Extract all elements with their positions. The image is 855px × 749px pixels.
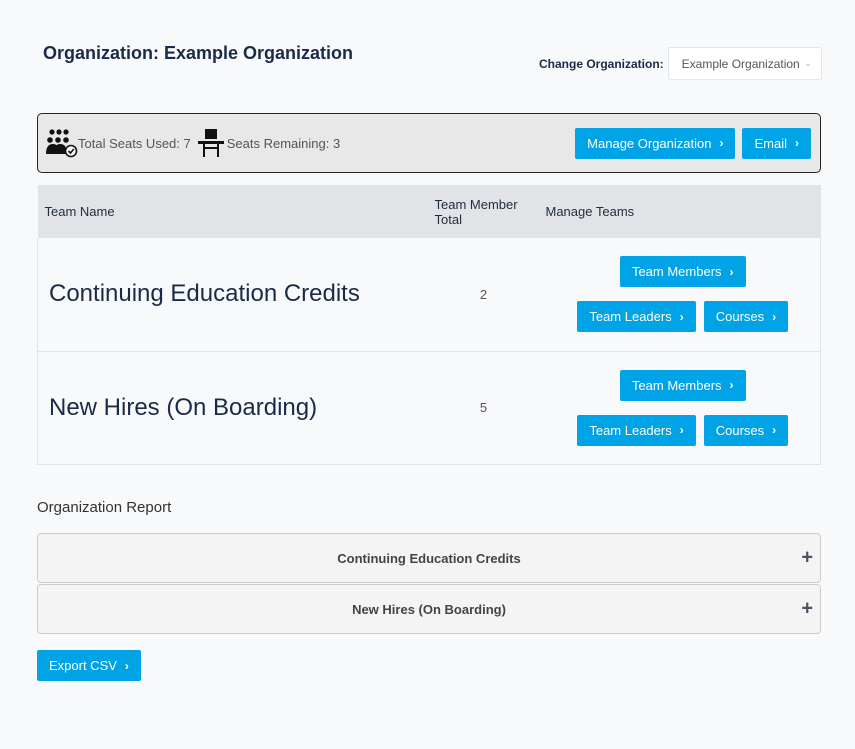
team-members-button[interactable]: Team Members ›: [619, 369, 746, 401]
chevron-right-icon: ›: [772, 309, 777, 324]
change-organization: Change Organization: Example Organizatio…: [539, 47, 822, 80]
accordion-label: New Hires (On Boarding): [352, 601, 506, 617]
table-row: Continuing Education Credits 2 Team Memb…: [37, 238, 821, 352]
table-header-row: Team Name Team Member Total Manage Teams: [37, 185, 821, 238]
header-team-name: Team Name: [37, 185, 429, 238]
manage-teams-cell: Team Members › Team Leaders › Courses ›: [538, 351, 821, 465]
teams-table: Team Name Team Member Total Manage Teams…: [37, 185, 821, 465]
chevron-right-icon: ›: [729, 378, 734, 392]
email-button[interactable]: Email ›: [742, 127, 811, 159]
team-leaders-button[interactable]: Team Leaders ›: [577, 301, 696, 333]
chevron-right-icon: ›: [124, 658, 129, 673]
seat-stats: Total Seats Used: 7 Seats Remaining: 3: [38, 127, 340, 159]
chevron-right-icon: ›: [679, 309, 684, 324]
chevron-right-icon: ›: [772, 423, 777, 437]
courses-label: Courses: [715, 422, 765, 438]
chevron-right-icon: ›: [679, 423, 684, 437]
courses-button[interactable]: Courses ›: [703, 414, 789, 446]
team-members-label: Team Members: [631, 377, 722, 393]
organization-select[interactable]: Example Organization ⌄: [667, 47, 822, 80]
page-title: Organization: Example Organization: [43, 43, 354, 63]
export-csv-label: Export CSV: [49, 658, 117, 673]
seats-used-text: Total Seats Used: 7: [78, 135, 191, 151]
team-leaders-button[interactable]: Team Leaders ›: [577, 414, 696, 446]
accordion-label: Continuing Education Credits: [337, 550, 521, 566]
report-accordion: Continuing Education Credits + New Hires…: [37, 533, 821, 635]
header-manage-teams: Manage Teams: [538, 185, 821, 238]
team-member-total: 2: [428, 238, 539, 352]
accordion-item-new-hires[interactable]: New Hires (On Boarding) +: [37, 584, 821, 634]
table-row: New Hires (On Boarding) 5 Team Members ›…: [37, 351, 821, 465]
organization-select-value: Example Organization: [681, 56, 800, 71]
header-total-line1: Team Member: [434, 196, 518, 212]
team-leaders-label: Team Leaders: [589, 309, 672, 325]
chevron-right-icon: ›: [795, 136, 799, 150]
header-team-member-total: Team Member Total: [428, 185, 539, 238]
plus-icon[interactable]: +: [801, 598, 813, 621]
page: Organization: Example Organization Chang…: [0, 0, 855, 749]
team-name: New Hires (On Boarding): [37, 351, 429, 465]
courses-label: Courses: [715, 309, 765, 325]
plus-icon[interactable]: +: [801, 547, 813, 570]
manage-organization-label: Manage Organization: [587, 135, 712, 151]
team-members-button[interactable]: Team Members ›: [619, 256, 746, 288]
desk-chair-icon: [197, 127, 224, 159]
seat-summary-bar: Total Seats Used: 7 Seats Remaining: 3 M…: [37, 113, 821, 173]
chevron-right-icon: ›: [719, 136, 724, 150]
accordion-item-continuing-education[interactable]: Continuing Education Credits +: [37, 533, 821, 583]
team-name: Continuing Education Credits: [37, 238, 429, 352]
seats-remaining-text: Seats Remaining: 3: [226, 135, 341, 151]
email-label: Email: [754, 135, 787, 151]
organization-report-title: Organization Report: [37, 499, 172, 516]
manage-organization-button[interactable]: Manage Organization ›: [575, 127, 736, 159]
team-leaders-label: Team Leaders: [589, 422, 672, 438]
team-members-label: Team Members: [631, 264, 722, 280]
chevron-right-icon: ›: [729, 264, 734, 279]
header-total-line2: Total: [434, 211, 462, 227]
group-check-icon: [46, 128, 78, 158]
chevron-down-icon: ⌄: [804, 59, 812, 68]
export-csv-button[interactable]: Export CSV ›: [37, 650, 141, 681]
manage-teams-cell: Team Members › Team Leaders › Courses ›: [538, 238, 821, 352]
team-member-total: 5: [428, 351, 539, 465]
courses-button[interactable]: Courses ›: [703, 301, 789, 333]
change-organization-label: Change Organization:: [539, 56, 664, 71]
seat-actions: Manage Organization › Email ›: [575, 127, 820, 159]
